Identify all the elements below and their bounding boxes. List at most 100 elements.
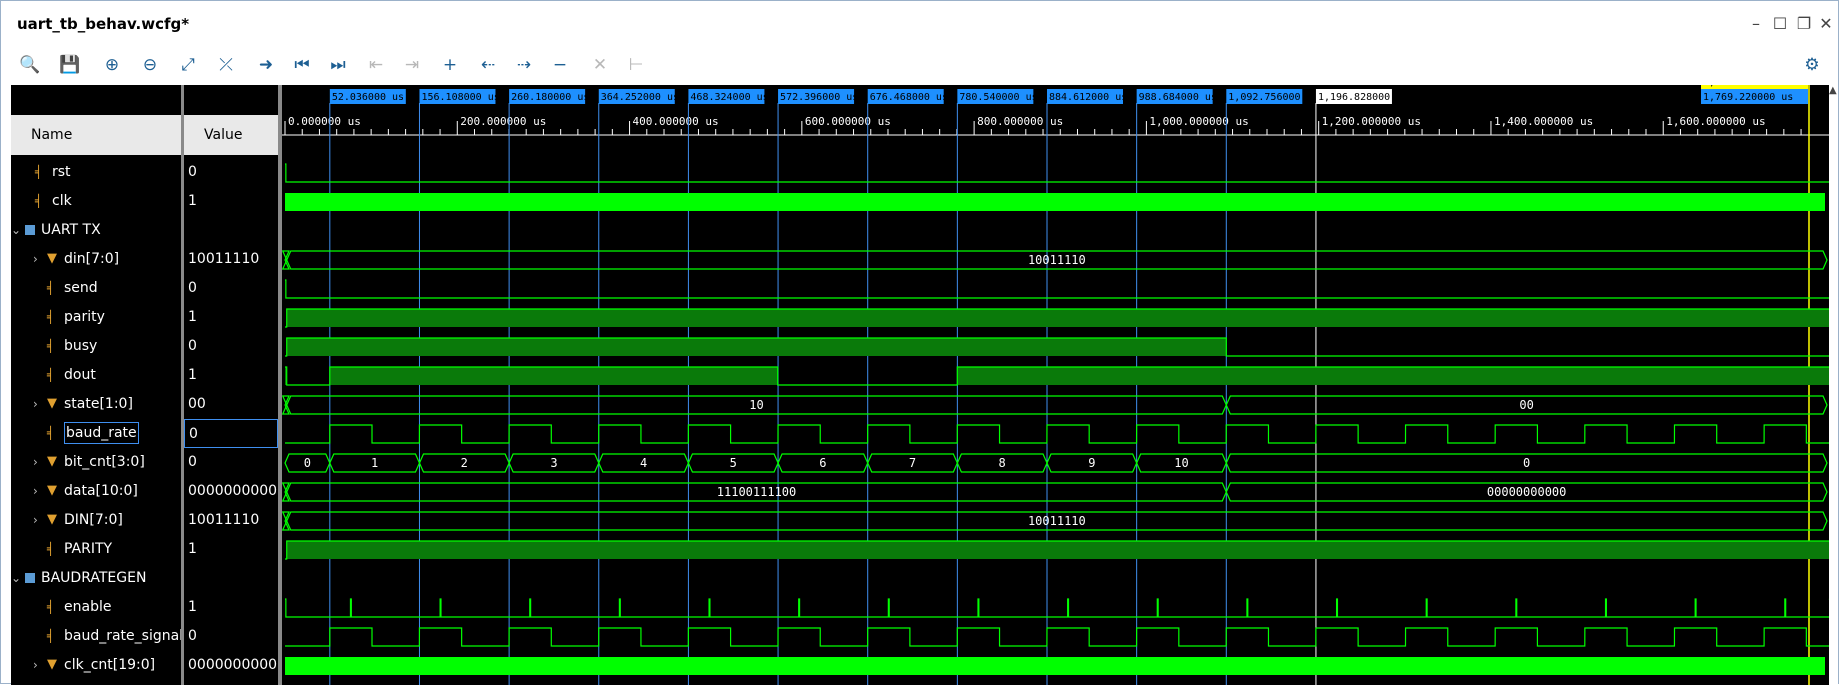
bus-value-label: 7 bbox=[909, 456, 916, 470]
signal-row-din-7-0-[interactable]: › ▼ din[7:0] bbox=[11, 245, 181, 274]
add-marker-icon[interactable]: + bbox=[435, 51, 465, 79]
zoom-in-icon[interactable]: ⊕ bbox=[97, 51, 127, 79]
signal-row-baudrategen[interactable]: ⌄ BAUDRATEGEN bbox=[11, 564, 181, 593]
signal-name: baud_rate_signal bbox=[64, 628, 181, 644]
signal-name: UART TX bbox=[41, 222, 101, 238]
bus-value-label: 4 bbox=[640, 456, 647, 470]
signal-row-rst[interactable]: ╡ rst bbox=[11, 158, 181, 187]
signal-row-din-7-0-[interactable]: › ▼ DIN[7:0] bbox=[11, 506, 181, 535]
group-icon bbox=[25, 225, 35, 235]
signal-row-state-1-0-[interactable]: › ▼ state[1:0] bbox=[11, 390, 181, 419]
next-marker-icon[interactable]: ⇢ bbox=[509, 51, 539, 79]
bus-value-label: 11100111100 bbox=[717, 485, 796, 499]
restore-button[interactable]: ❐ bbox=[1793, 13, 1815, 35]
signal-row-data-10-0-[interactable]: › ▼ data[10:0] bbox=[11, 477, 181, 506]
signal-row-clk-cnt-19-0-[interactable]: › ▼ clk_cnt[19:0] bbox=[11, 651, 181, 680]
chevron-right-icon[interactable]: › bbox=[33, 506, 47, 535]
bit-signal-icon: ╡ bbox=[35, 165, 43, 179]
previous-marker-icon[interactable]: ⇠ bbox=[473, 51, 503, 79]
bus-signal-icon: ▼ bbox=[47, 483, 57, 498]
bus-segment bbox=[282, 250, 290, 270]
signal-name: data[10:0] bbox=[64, 483, 138, 499]
signal-name: busy bbox=[64, 338, 98, 354]
signal-row-parity[interactable]: ╡ PARITY bbox=[11, 535, 181, 564]
signal-value: 0 bbox=[188, 164, 197, 180]
zoom-fit-icon[interactable]: ⤢ bbox=[173, 51, 203, 79]
signal-name: parity bbox=[64, 309, 105, 325]
bit-signal-icon: ╡ bbox=[47, 339, 55, 353]
go-to-last-time-icon[interactable]: ⏭ bbox=[323, 51, 353, 79]
bus-value-label: 2 bbox=[461, 456, 468, 470]
chevron-right-icon[interactable]: › bbox=[33, 390, 47, 419]
bus-signal-icon: ▼ bbox=[47, 251, 57, 266]
signal-row-dout[interactable]: ╡ dout bbox=[11, 361, 181, 390]
save-icon[interactable]: 💾 bbox=[55, 51, 85, 79]
bit-signal-icon: ╡ bbox=[47, 281, 55, 295]
signal-value: 0 bbox=[188, 338, 197, 354]
chevron-right-icon[interactable]: › bbox=[33, 245, 47, 274]
toolbar: 🔍 💾 ⊕ ⊖ ⤢ ⤫ ➜ ⏮ ⏭ ⇤ ⇥ + ⇠ ⇢ − ✕ ⊢ ⚙ bbox=[1, 45, 1838, 85]
signal-name: clk bbox=[52, 193, 72, 209]
waveform-window: uart_tb_behav.wcfg* – ☐ ❐ ✕ 🔍 💾 ⊕ ⊖ ⤢ ⤫ ➜ ⏮ ⏭ ⇤ ⇥ +… bbox=[0, 0, 1839, 685]
marker-label: 780.540000 us bbox=[959, 92, 1037, 103]
vertical-scrollbar[interactable]: ▲ bbox=[1829, 85, 1838, 685]
chevron-down-icon[interactable]: ⌄ bbox=[11, 216, 25, 245]
wave-fill bbox=[286, 309, 1829, 327]
signal-name: BAUDRATEGEN bbox=[41, 570, 147, 586]
chevron-right-icon[interactable]: › bbox=[33, 448, 47, 477]
snap-icon: ⊢ bbox=[628, 55, 644, 75]
ruler-tick-label: 1,400.000000 us bbox=[1494, 115, 1593, 128]
swap-cursor-icon[interactable]: ⤫ bbox=[211, 51, 241, 79]
signal-name: DIN[7:0] bbox=[64, 512, 123, 528]
gear-icon[interactable]: ⚙ bbox=[1797, 51, 1827, 79]
marker-label: 884.612000 us bbox=[1049, 92, 1127, 103]
wave-fill bbox=[286, 541, 1829, 559]
value-column-header[interactable]: Value bbox=[184, 115, 278, 155]
bus-value-label: 0 bbox=[304, 456, 311, 470]
zoom-out-icon[interactable]: ⊖ bbox=[135, 51, 165, 79]
signal-row-bit-cnt-3-0-[interactable]: › ▼ bit_cnt[3:0] bbox=[11, 448, 181, 477]
marker-label: 364.252000 us bbox=[601, 92, 679, 103]
signal-value: 0 bbox=[188, 280, 197, 296]
signal-row-send[interactable]: ╡ send bbox=[11, 274, 181, 303]
ruler-tick-label: 1,600.000000 us bbox=[1666, 115, 1765, 128]
close-button[interactable]: ✕ bbox=[1815, 13, 1837, 35]
minimize-button[interactable]: – bbox=[1745, 13, 1767, 35]
ruler-tick-label: 200.000000 us bbox=[460, 115, 546, 128]
signal-row-baud-rate-signal[interactable]: ╡ baud_rate_signal bbox=[11, 622, 181, 651]
chevron-right-icon[interactable]: › bbox=[33, 651, 47, 680]
name-column-header[interactable]: Name bbox=[11, 115, 181, 155]
signal-value: 1 bbox=[188, 541, 197, 557]
ruler-tick-label: 1,000.000000 us bbox=[1149, 115, 1248, 128]
wave-line bbox=[285, 279, 1829, 299]
signal-name-column: Name ╡ rst ╡ clk ⌄ UART TX › ▼ din[7:0] ╡ send ╡ par… bbox=[11, 85, 181, 685]
chevron-right-icon[interactable]: › bbox=[33, 477, 47, 506]
go-to-time-0-icon[interactable]: ⏮ bbox=[287, 51, 317, 79]
search-icon[interactable]: 🔍 bbox=[15, 51, 45, 79]
scroll-up-icon[interactable]: ▲ bbox=[1829, 85, 1837, 96]
chevron-down-icon[interactable]: ⌄ bbox=[11, 564, 25, 593]
waveform-plot[interactable]: 0.000000 us 200.000000 us 400.000000 us 600… bbox=[282, 85, 1829, 685]
marker-label: 260.180000 us bbox=[511, 92, 589, 103]
bus-signal-icon: ▼ bbox=[47, 454, 57, 469]
signal-value: 10011110 bbox=[188, 251, 260, 267]
wave-line bbox=[285, 424, 1829, 444]
bus-signal-icon: ▼ bbox=[47, 657, 57, 672]
delete-marker-icon[interactable]: − bbox=[545, 51, 575, 79]
bus-signal-icon: ▼ bbox=[47, 396, 57, 411]
signal-value: 00000000000000000000 bbox=[188, 657, 278, 673]
bus-value-label: 3 bbox=[550, 456, 557, 470]
signal-value: 10011110 bbox=[188, 512, 260, 528]
maximize-button[interactable]: ☐ bbox=[1769, 13, 1791, 35]
signal-row-busy[interactable]: ╡ busy bbox=[11, 332, 181, 361]
signal-name: PARITY bbox=[64, 541, 113, 557]
signal-row-parity[interactable]: ╡ parity bbox=[11, 303, 181, 332]
go-to-cursor-icon[interactable]: ➜ bbox=[251, 51, 281, 79]
signal-row-baud-rate[interactable]: ╡ baud_rate bbox=[11, 419, 181, 448]
signal-row-uart-tx[interactable]: ⌄ UART TX bbox=[11, 216, 181, 245]
signal-row-enable[interactable]: ╡ enable bbox=[11, 593, 181, 622]
bus-segment bbox=[282, 511, 290, 531]
signal-row-clk[interactable]: ╡ clk bbox=[11, 187, 181, 216]
signal-name: dout bbox=[64, 367, 96, 383]
ruler-tick-label: 400.000000 us bbox=[633, 115, 719, 128]
